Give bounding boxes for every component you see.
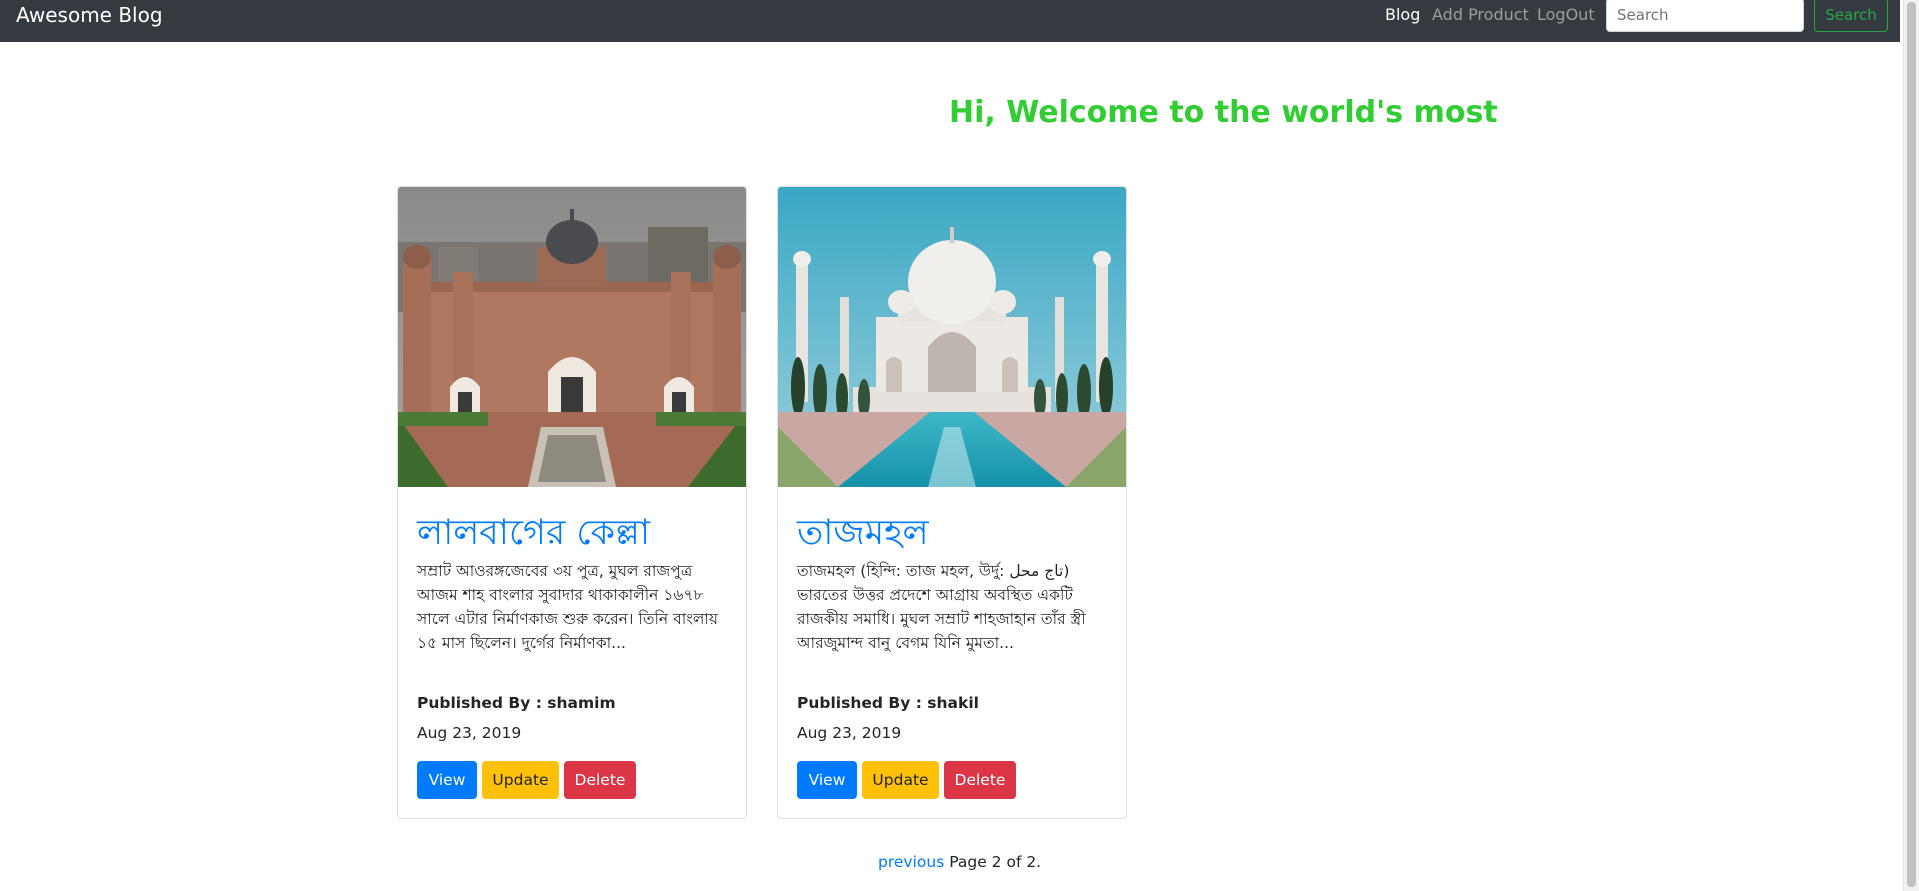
scrollbar-thumb[interactable] (1907, 2, 1916, 887)
nav-link-blog[interactable]: Blog (1385, 5, 1420, 24)
view-button[interactable]: View (797, 761, 857, 799)
nav-link-add-product[interactable]: Add Product (1432, 5, 1529, 24)
card-date: Aug 23, 2019 (797, 724, 902, 742)
blog-card: তাজমহল তাজমহল (হিন্দি: তাজ মহল, উর্দু: ت… (777, 186, 1127, 819)
brand-logo[interactable]: Awesome Blog (16, 3, 163, 27)
delete-button[interactable]: Delete (564, 761, 636, 799)
lalbagh-fort-image (398, 187, 746, 487)
blog-card: লালবাগের কেল্লা সম্রাট আওরঙ্গজেবের ৩য় প… (397, 186, 747, 819)
welcome-marquee: Hi, Welcome to the world's most beautifu… (396, 95, 1508, 139)
pagination: previous Page 2 of 2. (878, 853, 1041, 871)
card-author: Published By : shakil (797, 694, 979, 712)
page-info: Page 2 of 2. (949, 853, 1042, 871)
view-button[interactable]: View (417, 761, 477, 799)
update-button[interactable]: Update (482, 761, 559, 799)
delete-button[interactable]: Delete (944, 761, 1016, 799)
card-date: Aug 23, 2019 (417, 724, 522, 742)
card-title[interactable]: তাজমহল (797, 505, 929, 564)
card-title[interactable]: লালবাগের কেল্লা (417, 505, 650, 564)
vertical-scrollbar[interactable] (1903, 0, 1919, 891)
update-button[interactable]: Update (862, 761, 939, 799)
card-author: Published By : shamim (417, 694, 616, 712)
nav-link-logout[interactable]: LogOut (1537, 5, 1595, 24)
card-excerpt: সম্রাট আওরঙ্গজেবের ৩য় পুত্র, মুঘল রাজপু… (417, 562, 719, 652)
welcome-heading: Hi, Welcome to the world's most beautifu… (949, 95, 1508, 130)
card-excerpt: তাজমহল (হিন্দি: তাজ মহল, উর্দু: تاج محل)… (797, 562, 1086, 652)
search-input[interactable] (1606, 0, 1804, 32)
search-button[interactable]: Search (1814, 0, 1888, 32)
taj-mahal-image (778, 187, 1126, 487)
navbar: Awesome Blog Blog Add Product LogOut Sea… (0, 0, 1900, 42)
previous-page-link[interactable]: previous (878, 853, 944, 871)
